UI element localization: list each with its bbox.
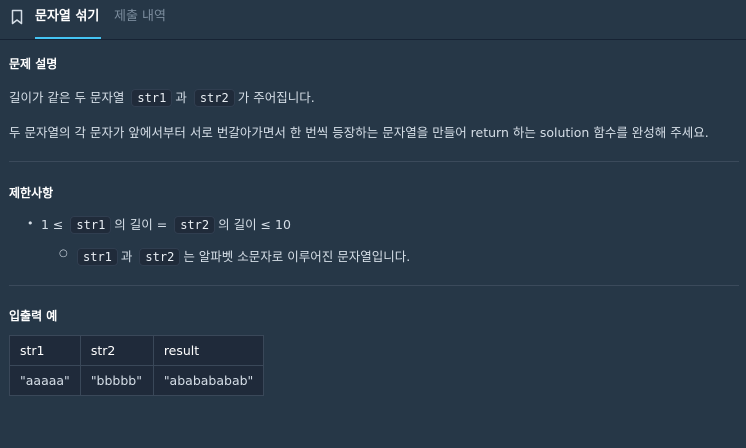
text: 의 길이 ≤ 10 [218, 217, 291, 232]
text: 는 알파벳 소문자로 이루어진 문자열입니다. [183, 249, 411, 264]
column-header: result [152, 335, 265, 366]
io-example-table: str1 str2 result "aaaaa" "bbbbb" "ababab… [9, 335, 265, 396]
text: 가 주어집니다. [237, 90, 315, 105]
tab-bar: 문자열 섞기 제출 내역 [0, 0, 746, 40]
problem-heading: 문제 설명 [9, 57, 58, 71]
code-str1: str1 [70, 216, 112, 234]
text: 의 길이 = [114, 217, 168, 232]
table-row: "aaaaa" "bbbbb" "ababababab" [9, 365, 265, 396]
table-cell: "aaaaa" [9, 365, 81, 396]
bullet-circle: ○ [59, 248, 68, 259]
tab-problem-label: 문자열 섞기 [35, 9, 100, 24]
text: 과 [120, 249, 133, 264]
column-header: str2 [79, 335, 154, 366]
constraint-item-1: 1 ≤ str1 의 길이 = str2 의 길이 ≤ 10 [41, 214, 291, 234]
bookmark-icon[interactable] [11, 9, 23, 25]
text: 길이가 같은 두 문자열 [9, 90, 125, 105]
tab-submissions-label: 제출 내역 [114, 9, 166, 24]
bullet-disc: • [27, 217, 34, 230]
code-str1: str1 [77, 248, 118, 266]
text: 1 ≤ [41, 217, 64, 232]
table-cell: "ababababab" [152, 365, 265, 396]
problem-line-2: 두 문자열의 각 문자가 앞에서부터 서로 번갈아가면서 한 번씩 등장하는 문… [9, 125, 709, 140]
io-heading: 입출력 예 [9, 309, 58, 323]
table-cell: "bbbbb" [79, 365, 154, 396]
active-tab-indicator [35, 37, 102, 39]
text: 과 [175, 90, 187, 105]
tab-submissions[interactable]: 제출 내역 [114, 0, 166, 39]
tab-problem[interactable]: 문자열 섞기 [35, 0, 102, 39]
column-header: str1 [9, 335, 81, 366]
divider [9, 161, 739, 162]
code-str1: str1 [131, 89, 173, 107]
table-header-row: str1 str2 result [9, 335, 265, 366]
constraints-heading: 제한사항 [9, 186, 54, 200]
divider [9, 285, 739, 286]
code-str2: str2 [193, 89, 235, 107]
code-str2: str2 [174, 216, 216, 234]
problem-line-1: 길이가 같은 두 문자열 str1 과 str2 가 주어집니다. [9, 87, 315, 107]
constraint-item-2: str1 과 str2 는 알파벳 소문자로 이루어진 문자열입니다. [74, 246, 411, 266]
code-str2: str2 [139, 248, 181, 266]
